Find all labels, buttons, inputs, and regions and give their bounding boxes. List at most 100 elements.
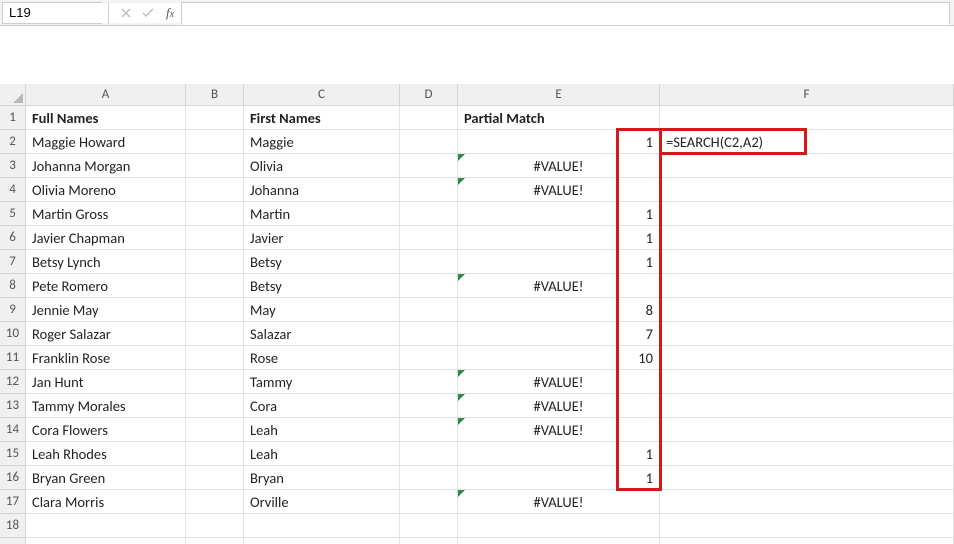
cell-C14[interactable]: Leah — [244, 418, 400, 442]
cell-E14[interactable]: #VALUE! — [458, 418, 660, 442]
cell-E8[interactable]: #VALUE! — [458, 274, 660, 298]
cell-F4[interactable] — [660, 178, 954, 202]
cell-D9[interactable] — [400, 298, 458, 322]
cell-E7[interactable]: 1 — [458, 250, 660, 274]
row-header-8[interactable]: 8 — [0, 274, 26, 298]
cell-A14[interactable]: Cora Flowers — [26, 418, 186, 442]
cell-F9[interactable] — [660, 298, 954, 322]
cell-C7[interactable]: Betsy — [244, 250, 400, 274]
cell-E11[interactable]: 10 — [458, 346, 660, 370]
cell-E1[interactable]: Partial Match — [458, 106, 660, 130]
col-header-B[interactable]: B — [186, 84, 244, 106]
cell-A5[interactable]: Martin Gross — [26, 202, 186, 226]
row-header-9[interactable]: 9 — [0, 298, 26, 322]
enter-formula-button[interactable] — [137, 2, 159, 24]
cell-D19[interactable] — [400, 538, 458, 544]
cell-E10[interactable]: 7 — [458, 322, 660, 346]
insert-function-button[interactable]: fx — [159, 2, 181, 24]
row-header-13[interactable]: 13 — [0, 394, 26, 418]
row-header-14[interactable]: 14 — [0, 418, 26, 442]
cell-F11[interactable] — [660, 346, 954, 370]
cell-C10[interactable]: Salazar — [244, 322, 400, 346]
cell-F18[interactable] — [660, 514, 954, 538]
row-header-18[interactable]: 18 — [0, 514, 26, 538]
cell-C1[interactable]: First Names — [244, 106, 400, 130]
cell-A9[interactable]: Jennie May — [26, 298, 186, 322]
cell-A10[interactable]: Roger Salazar — [26, 322, 186, 346]
col-header-C[interactable]: C — [244, 84, 400, 106]
cell-B18[interactable] — [186, 514, 244, 538]
cell-A18[interactable] — [26, 514, 186, 538]
cell-E12[interactable]: #VALUE! — [458, 370, 660, 394]
cell-D15[interactable] — [400, 442, 458, 466]
cell-F13[interactable] — [660, 394, 954, 418]
row-header-15[interactable]: 15 — [0, 442, 26, 466]
cell-C12[interactable]: Tammy — [244, 370, 400, 394]
cell-E3[interactable]: #VALUE! — [458, 154, 660, 178]
cell-B8[interactable] — [186, 274, 244, 298]
cell-A8[interactable]: Pete Romero — [26, 274, 186, 298]
cell-F1[interactable] — [660, 106, 954, 130]
cell-C8[interactable]: Betsy — [244, 274, 400, 298]
cell-D17[interactable] — [400, 490, 458, 514]
cell-C2[interactable]: Maggie — [244, 130, 400, 154]
cell-D1[interactable] — [400, 106, 458, 130]
cell-F15[interactable] — [660, 442, 954, 466]
cell-C5[interactable]: Martin — [244, 202, 400, 226]
cell-F19[interactable] — [660, 538, 954, 544]
cell-A4[interactable]: Olivia Moreno — [26, 178, 186, 202]
row-header-11[interactable]: 11 — [0, 346, 26, 370]
cell-F10[interactable] — [660, 322, 954, 346]
cell-D8[interactable] — [400, 274, 458, 298]
cell-A13[interactable]: Tammy Morales — [26, 394, 186, 418]
cell-C13[interactable]: Cora — [244, 394, 400, 418]
cell-E18[interactable] — [458, 514, 660, 538]
row-header-17[interactable]: 17 — [0, 490, 26, 514]
row-header-19[interactable]: 19 — [0, 538, 26, 544]
row-header-12[interactable]: 12 — [0, 370, 26, 394]
cell-B3[interactable] — [186, 154, 244, 178]
cell-E2[interactable]: 1 — [458, 130, 660, 154]
row-header-6[interactable]: 6 — [0, 226, 26, 250]
cell-A3[interactable]: Johanna Morgan — [26, 154, 186, 178]
cell-C3[interactable]: Olivia — [244, 154, 400, 178]
cell-A19[interactable] — [26, 538, 186, 544]
row-header-4[interactable]: 4 — [0, 178, 26, 202]
row-header-7[interactable]: 7 — [0, 250, 26, 274]
cell-D4[interactable] — [400, 178, 458, 202]
cell-C16[interactable]: Bryan — [244, 466, 400, 490]
cell-B5[interactable] — [186, 202, 244, 226]
cell-B14[interactable] — [186, 418, 244, 442]
cell-D14[interactable] — [400, 418, 458, 442]
cell-B7[interactable] — [186, 250, 244, 274]
cell-D12[interactable] — [400, 370, 458, 394]
cell-C9[interactable]: May — [244, 298, 400, 322]
cell-D7[interactable] — [400, 250, 458, 274]
row-header-10[interactable]: 10 — [0, 322, 26, 346]
cell-F5[interactable] — [660, 202, 954, 226]
cell-C17[interactable]: Orville — [244, 490, 400, 514]
cell-A17[interactable]: Clara Morris — [26, 490, 186, 514]
cell-A15[interactable]: Leah Rhodes — [26, 442, 186, 466]
cell-B6[interactable] — [186, 226, 244, 250]
col-header-D[interactable]: D — [400, 84, 458, 106]
cell-D13[interactable] — [400, 394, 458, 418]
row-header-2[interactable]: 2 — [0, 130, 26, 154]
cell-A1[interactable]: Full Names — [26, 106, 186, 130]
cell-F14[interactable] — [660, 418, 954, 442]
col-header-A[interactable]: A — [26, 84, 186, 106]
cell-E17[interactable]: #VALUE! — [458, 490, 660, 514]
select-all-corner[interactable] — [0, 84, 26, 106]
cell-F16[interactable] — [660, 466, 954, 490]
cell-B15[interactable] — [186, 442, 244, 466]
cancel-formula-button[interactable] — [115, 2, 137, 24]
cell-E5[interactable]: 1 — [458, 202, 660, 226]
cell-A11[interactable]: Franklin Rose — [26, 346, 186, 370]
cell-D18[interactable] — [400, 514, 458, 538]
cell-F17[interactable] — [660, 490, 954, 514]
cell-D10[interactable] — [400, 322, 458, 346]
cell-F12[interactable] — [660, 370, 954, 394]
cell-D3[interactable] — [400, 154, 458, 178]
cell-C6[interactable]: Javier — [244, 226, 400, 250]
cell-C4[interactable]: Johanna — [244, 178, 400, 202]
